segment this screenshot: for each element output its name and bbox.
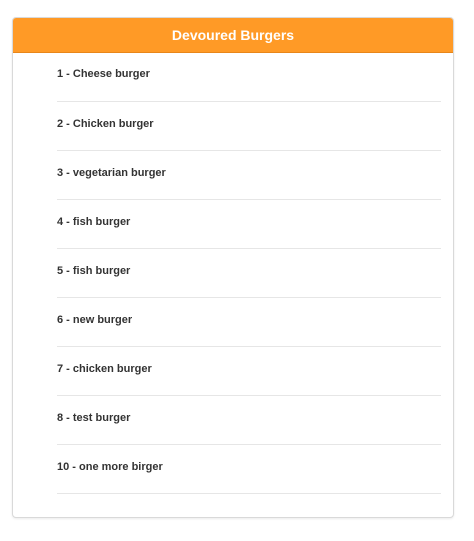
devoured-burgers-panel: Devoured Burgers 1 - Cheese burger 2 - C… xyxy=(12,17,454,518)
list-item: 3 - vegetarian burger xyxy=(57,151,441,200)
list-item: 4 - fish burger xyxy=(57,200,441,249)
panel-title: Devoured Burgers xyxy=(13,18,453,53)
list-item: 5 - fish burger xyxy=(57,249,441,298)
list-item: 1 - Cheese burger xyxy=(57,53,441,102)
list-item: 8 - test burger xyxy=(57,396,441,445)
list-item: 7 - chicken burger xyxy=(57,347,441,396)
list-item: 6 - new burger xyxy=(57,298,441,347)
list-item: 2 - Chicken burger xyxy=(57,102,441,151)
devoured-burgers-list: 1 - Cheese burger 2 - Chicken burger 3 -… xyxy=(13,53,453,494)
list-item: 10 - one more birger xyxy=(57,445,441,494)
